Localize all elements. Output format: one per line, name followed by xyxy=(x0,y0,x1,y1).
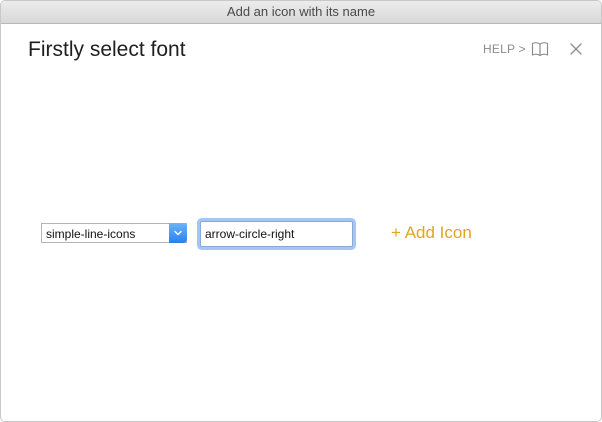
window-titlebar: Add an icon with its name xyxy=(1,1,601,24)
close-icon[interactable] xyxy=(569,42,583,56)
book-icon[interactable] xyxy=(531,41,549,57)
add-icon-button[interactable]: + Add Icon xyxy=(391,223,472,243)
select-arrow-button[interactable] xyxy=(169,223,187,243)
help-link[interactable]: HELP > xyxy=(483,42,526,56)
font-select[interactable]: simple-line-icons xyxy=(41,223,187,243)
chevron-updown-icon xyxy=(174,230,182,236)
font-select-value: simple-line-icons xyxy=(46,227,136,241)
page-title: Firstly select font xyxy=(28,38,186,61)
dialog-window: Add an icon with its name Firstly select… xyxy=(0,0,602,422)
icon-name-input[interactable] xyxy=(200,221,353,247)
